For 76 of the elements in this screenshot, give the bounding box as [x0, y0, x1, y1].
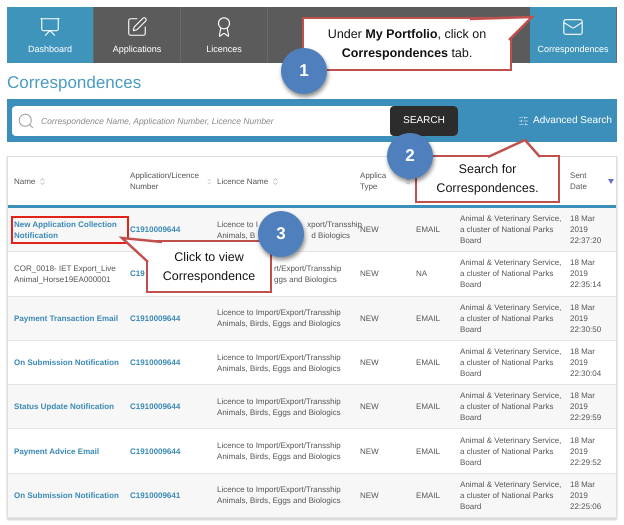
table-cell-text: NEW [360, 225, 380, 236]
table-cell-text: COR_0018- IET Export_Live Animal_Horse19EA000001 [14, 262, 117, 285]
number-link[interactable]: C1910009641 [130, 490, 180, 501]
sort-down-icon[interactable] [608, 178, 614, 184]
correspondence-link[interactable]: On Submission Notification [14, 357, 126, 368]
number-link[interactable]: C1910009644 [130, 401, 180, 412]
table-cell-text: 18 Mar 2019 22:29:59 [570, 390, 602, 424]
callout-tooltip: Click to view Correspondence [146, 240, 272, 293]
correspondence-link[interactable]: New Application Collection Notification [14, 218, 126, 241]
table-cell-text: EMAIL [416, 312, 442, 324]
table-cell: rt/Export/Transship [274, 262, 342, 274]
table-cell-text: EMAIL [416, 490, 442, 501]
table-cell-text: NEW [360, 357, 380, 368]
correspondence-link[interactable]: Payment Advice Email [14, 446, 126, 457]
table-cell-text: Animal & Veterinary Service, a cluster of National Parks Board [460, 390, 562, 424]
callout-pointer [488, 140, 540, 157]
table-cell-text: xport/Transship [307, 218, 362, 229]
sort-icon[interactable] [404, 176, 412, 186]
table-cell-text: 18 Mar 2019 22:29:52 [570, 434, 602, 468]
nav-tab[interactable]: Applications [94, 7, 181, 63]
table-cell-text: Animal & Veterinary Service, a cluster of National Parks Board [460, 257, 562, 290]
table-cell: Animals, B [217, 230, 256, 241]
table-cell-text: Animal & Veterinary Service, a cluster of National Parks Board [460, 302, 562, 335]
table-cell-text: Licence to Import/Export/Transship Animals, Birds, Eggs and Biologics [217, 352, 342, 374]
table-cell-text: Licence to Import/Export/Transship Animals, Birds, Eggs and Biologics [217, 440, 342, 462]
table-cell-text: NEW [360, 490, 380, 501]
correspondence-link[interactable]: Status Update Notification [14, 401, 126, 412]
sort-icon[interactable] [38, 176, 48, 186]
table-cell-text: EMAIL [416, 446, 442, 457]
table-cell-text: NA [416, 268, 428, 280]
nav-tab[interactable]: Correspondences [530, 7, 617, 63]
table-cell: d Biologics [311, 230, 350, 241]
column-header[interactable]: Name [14, 176, 36, 186]
table-cell-text: Animal & Veterinary Service, a cluster of National Parks Board [460, 346, 562, 380]
number-link[interactable]: C1910009644 [130, 446, 180, 457]
table-cell-text: EMAIL [416, 357, 442, 368]
table-cell-text: 18 Mar 2019 22:35:14 [570, 257, 602, 290]
edit-icon [126, 16, 148, 38]
advanced-search-link[interactable]: Advanced Search [533, 115, 612, 126]
table-cell-text: NEW [360, 446, 380, 457]
presentation-board-icon [39, 16, 61, 38]
number-link[interactable]: C1910009644 [130, 357, 180, 368]
table-cell: ggs and Biologics [274, 274, 337, 285]
table-cell-text: 18 Mar 2019 22:25:06 [570, 478, 602, 512]
table-cell-text: EMAIL [416, 224, 442, 236]
sort-icon[interactable] [271, 176, 280, 186]
number-link[interactable]: C1910009644 [130, 312, 180, 324]
column-header[interactable]: Application/Licence Number [130, 170, 204, 192]
nav-tab[interactable]: Licences [181, 7, 268, 63]
column-header[interactable]: Sent Date [570, 170, 605, 192]
nav-tab[interactable]: Dashboard [7, 7, 94, 63]
table-cell-text: Licence to Import/Export/Transship Animals, Birds, Eggs and Biologics [217, 396, 342, 418]
callout-pointer [470, 17, 532, 40]
table-cell-text: 18 Mar 2019 22:30:50 [570, 302, 602, 335]
column-header[interactable]: Licence Name [217, 176, 268, 186]
table-cell-text: NEW [360, 268, 380, 280]
table-cell-text: 18 Mar 2019 22:30:04 [570, 346, 602, 380]
table-cell-text: Animal & Veterinary Service, a cluster of National Parks Board [460, 434, 562, 468]
table-cell-text: 18 Mar 2019 22:37:20 [570, 213, 602, 246]
table-cell-text: Licence to Import/Export/Transship Animals, Birds, Eggs and Biologics [217, 307, 342, 330]
table-cell-text: NEW [360, 401, 380, 412]
page-title: Correspondences [7, 73, 142, 93]
search-field[interactable]: Correspondence Name, Application Number, Licence Number SEARCH [12, 106, 458, 136]
number-link[interactable]: C19 [130, 268, 145, 280]
correspondence-link[interactable]: Payment Transaction Email [14, 312, 126, 324]
table-cell-text: Licence to Import/Export/Transship Animals, Birds, Eggs and Biologics [217, 484, 342, 506]
number-link[interactable]: C1910009644 [130, 224, 180, 236]
mail-icon [562, 16, 584, 38]
table-cell: Licence to I [217, 218, 258, 230]
table-cell-text: Animal & Veterinary Service, a cluster of National Parks Board [460, 478, 562, 512]
table-cell-text: NEW [360, 312, 380, 324]
search-button[interactable]: SEARCH [390, 106, 458, 136]
search-icon [17, 112, 35, 130]
correspondence-link[interactable]: On Submission Notification [14, 490, 126, 501]
table-cell-text: Animal & Veterinary Service, a cluster of National Parks Board [460, 213, 562, 246]
table-cell-text: EMAIL [416, 401, 442, 412]
